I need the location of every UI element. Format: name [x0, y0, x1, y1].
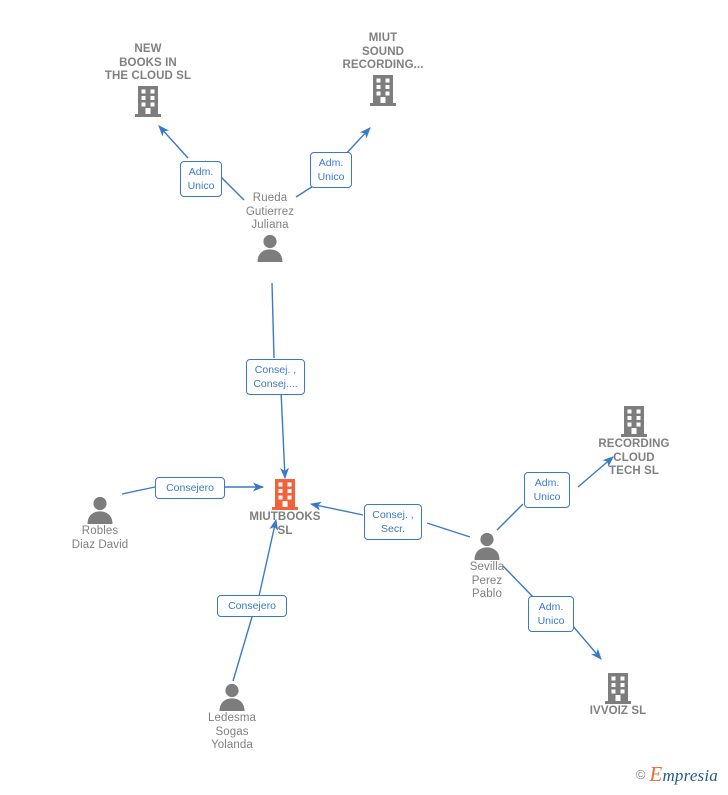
node-label-miut-sound: MIUT SOUND RECORDING... — [342, 32, 424, 71]
node-recording-cloud-tech-sl[interactable]: RECORDING CLOUD TECH SL — [564, 404, 704, 479]
node-rueda-gutierrez-juliana[interactable]: Rueda Gutierrez Juliana — [200, 192, 340, 263]
node-label-ledesma: Ledesma Sogas Yolanda — [207, 712, 256, 751]
building-icon — [78, 84, 218, 118]
node-ivvoiz-sl[interactable]: IVVOIZ SL — [548, 671, 688, 719]
edge-label-rueda-miutbooks[interactable]: Consej. , Consej.... — [246, 359, 305, 395]
empresia-logo-rest: mpresia — [662, 766, 718, 785]
building-icon — [548, 671, 688, 705]
edge-label-rueda-miut-sound[interactable]: Adm. Unico — [310, 152, 352, 188]
node-ledesma-sogas-yolanda[interactable]: Ledesma Sogas Yolanda — [162, 682, 302, 753]
building-icon-highlighted — [215, 477, 355, 511]
edge-label-rueda-new-books[interactable]: Adm. Unico — [180, 161, 222, 197]
person-icon — [30, 495, 170, 525]
node-label-rueda: Rueda Gutierrez Juliana — [245, 192, 295, 231]
edge-rueda-to-label-miutbooks — [271, 282, 275, 359]
node-miutbooks-sl[interactable]: MIUTBOOKS SL — [215, 477, 355, 538]
edge-label-ledesma-miutbooks[interactable]: Consejero — [217, 595, 287, 617]
empresia-watermark: © Empresia — [636, 762, 718, 787]
person-icon — [200, 233, 340, 263]
node-label-miutbooks: MIUTBOOKS SL — [249, 511, 321, 537]
edge-label-to-new-books — [158, 125, 189, 159]
node-label-ivvoiz: IVVOIZ SL — [589, 705, 647, 717]
copyright-symbol: © — [635, 767, 646, 782]
node-label-recording-cloud: RECORDING CLOUD TECH SL — [598, 438, 670, 477]
edge-label-sevilla-recording-cloud[interactable]: Adm. Unico — [524, 472, 570, 508]
edge-label-sevilla-ivvoiz[interactable]: Adm. Unico — [528, 596, 574, 632]
edge-label-robles-miutbooks[interactable]: Consejero — [155, 477, 225, 499]
edge-label-to-miutbooks-top — [280, 390, 290, 480]
edge-label-to-ivvoiz — [571, 624, 602, 660]
node-new-books-in-the-cloud-sl[interactable]: NEW BOOKS IN THE CLOUD SL — [78, 43, 218, 118]
node-miut-sound-recording[interactable]: MIUT SOUND RECORDING... — [313, 32, 453, 107]
node-label-robles: Robles Diaz David — [71, 525, 129, 551]
edge-label-sevilla-miutbooks[interactable]: Consej. , Secr. — [364, 504, 422, 540]
building-icon — [313, 73, 453, 107]
node-robles-diaz-david[interactable]: Robles Diaz David — [30, 495, 170, 552]
node-sevilla-perez-pablo[interactable]: Sevilla Perez Pablo — [417, 531, 557, 602]
empresia-logo-initial: E — [649, 762, 663, 786]
building-icon — [564, 404, 704, 438]
edge-robles-to-label — [121, 486, 156, 495]
person-icon — [162, 682, 302, 712]
person-icon — [417, 531, 557, 561]
node-label-new-books: NEW BOOKS IN THE CLOUD SL — [104, 43, 192, 82]
empresia-logo: Empresia — [649, 762, 718, 787]
edge-sevilla-to-label-recording — [496, 503, 524, 531]
edge-ledesma-to-label — [232, 616, 253, 682]
relationship-diagram-canvas: Adm. Unico Adm. Unico Consej. , Consej..… — [0, 0, 728, 795]
